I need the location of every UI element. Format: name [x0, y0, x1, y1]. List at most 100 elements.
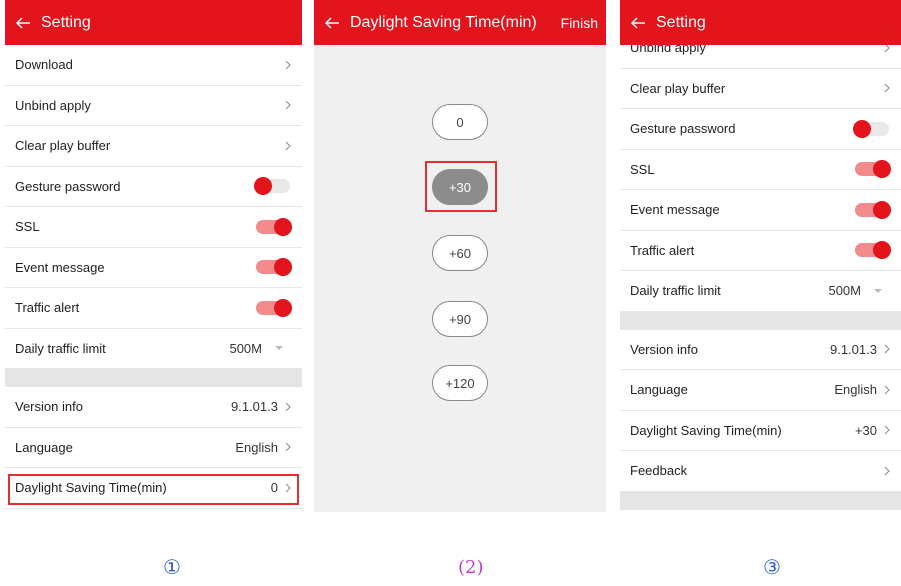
row-value: 500M	[229, 340, 262, 356]
row-ssl: SSL	[5, 207, 302, 248]
settings-screen-3: Setting Unbind apply Clear play buffer G…	[620, 0, 901, 512]
dropdown-arrow-icon[interactable]	[274, 345, 284, 351]
ssl-toggle[interactable]	[855, 160, 891, 179]
row-daily-traffic-limit[interactable]: Daily traffic limit 500M	[620, 271, 901, 312]
option-plus-90[interactable]: +90	[432, 301, 488, 337]
page-title: Setting	[656, 13, 706, 31]
row-label: Gesture password	[630, 121, 736, 137]
row-daily-traffic-limit[interactable]: Daily traffic limit 500M	[5, 329, 302, 369]
row-version-info[interactable]: Version info 9.1.01.3	[620, 330, 901, 370]
row-label: Clear play buffer	[15, 138, 111, 154]
option-plus-30[interactable]: +30	[432, 169, 488, 205]
back-arrow-icon[interactable]	[630, 15, 646, 31]
row-event-message: Event message	[5, 248, 302, 288]
row-label: SSL	[630, 161, 655, 177]
chevron-right-icon	[285, 141, 291, 151]
settings-list: Unbind apply Clear play buffer Gesture p…	[620, 28, 901, 510]
row-value: 9.1.01.3	[231, 399, 278, 415]
section-divider	[5, 369, 302, 387]
row-label: Event message	[630, 202, 720, 218]
ssl-toggle[interactable]	[256, 217, 292, 236]
traffic-alert-toggle[interactable]	[256, 298, 292, 317]
row-gesture-password: Gesture password	[620, 109, 901, 150]
event-message-toggle[interactable]	[256, 258, 292, 277]
settings-screen-1: Setting Download Unbind apply Clear play…	[5, 0, 302, 512]
chevron-right-icon	[285, 100, 291, 110]
step-marker-2: (2)	[458, 557, 484, 578]
toggle-knob	[873, 160, 891, 179]
row-label: Download	[15, 57, 73, 73]
row-label: Language	[15, 439, 73, 455]
finish-button[interactable]: Finish	[561, 15, 598, 31]
row-label: Gesture password	[15, 178, 121, 194]
row-value: 0	[270, 480, 278, 496]
toggle-knob	[274, 258, 292, 277]
app-header: Setting	[620, 0, 901, 45]
traffic-alert-toggle[interactable]	[855, 241, 891, 260]
back-arrow-icon[interactable]	[324, 15, 340, 31]
app-header: Daylight Saving Time(min) Finish	[314, 0, 606, 45]
row-clear-play-buffer[interactable]: Clear play buffer	[620, 69, 901, 109]
row-ssl: SSL	[620, 150, 901, 190]
row-label: Feedback	[630, 463, 688, 479]
option-plus-60[interactable]: +60	[432, 235, 488, 271]
app-header: Setting	[5, 0, 302, 45]
row-value: 9.1.01.3	[830, 341, 877, 357]
toggle-knob	[274, 298, 292, 317]
row-feedback[interactable]: Feedback	[620, 451, 901, 492]
settings-list: Download Unbind apply Clear play buffer …	[5, 45, 302, 509]
row-version-info[interactable]: Version info 9.1.01.3	[5, 387, 302, 428]
row-event-message: Event message	[620, 190, 901, 231]
row-label: Event message	[15, 259, 105, 275]
row-daylight-saving-time[interactable]: Daylight Saving Time(min) 0	[5, 468, 302, 509]
row-label: Daily traffic limit	[630, 283, 721, 299]
chevron-right-icon	[285, 442, 291, 452]
chevron-right-icon	[285, 60, 291, 70]
row-clear-play-buffer[interactable]: Clear play buffer	[5, 126, 302, 167]
chevron-right-icon	[285, 483, 291, 493]
row-daylight-saving-time[interactable]: Daylight Saving Time(min) +30	[620, 411, 901, 451]
chevron-right-icon	[884, 425, 890, 435]
row-unbind-apply[interactable]: Unbind apply	[5, 86, 302, 126]
dropdown-arrow-icon[interactable]	[873, 288, 883, 294]
step-marker-1: ①	[163, 557, 181, 579]
back-arrow-icon[interactable]	[15, 15, 31, 31]
gesture-password-toggle[interactable]	[853, 119, 889, 138]
row-label: SSL	[15, 219, 40, 235]
daylight-saving-time-screen: Daylight Saving Time(min) Finish 0 +30 +…	[314, 0, 606, 512]
chevron-right-icon	[884, 466, 890, 476]
row-label: Version info	[630, 341, 698, 357]
row-label: Traffic alert	[15, 300, 80, 316]
row-language[interactable]: Language English	[620, 370, 901, 411]
page-title: Daylight Saving Time(min)	[350, 13, 537, 31]
toggle-knob	[254, 177, 272, 196]
row-label: Version info	[15, 399, 83, 415]
row-gesture-password: Gesture password	[5, 167, 302, 207]
row-value: 500M	[828, 283, 861, 299]
section-divider	[620, 311, 901, 330]
toggle-knob	[873, 200, 891, 219]
row-language[interactable]: Language English	[5, 428, 302, 468]
chevron-right-icon	[884, 385, 890, 395]
row-download[interactable]: Download	[5, 45, 302, 86]
page-title: Setting	[41, 13, 91, 31]
row-value: +30	[854, 422, 877, 438]
toggle-knob	[274, 217, 292, 236]
row-traffic-alert: Traffic alert	[620, 231, 901, 271]
option-plus-120[interactable]: +120	[432, 365, 488, 401]
row-label: Daily traffic limit	[15, 340, 106, 356]
row-label: Language	[630, 382, 688, 398]
toggle-knob	[873, 241, 891, 260]
chevron-right-icon	[285, 402, 291, 412]
row-label: Daylight Saving Time(min)	[630, 422, 782, 438]
option-0[interactable]: 0	[432, 104, 488, 140]
row-label: Traffic alert	[630, 242, 695, 258]
row-value: English	[834, 382, 877, 398]
section-divider	[620, 491, 901, 510]
event-message-toggle[interactable]	[855, 200, 891, 219]
step-marker-3: ③	[763, 557, 781, 579]
row-label: Daylight Saving Time(min)	[15, 480, 167, 496]
gesture-password-toggle[interactable]	[254, 177, 290, 196]
chevron-right-icon	[884, 344, 890, 354]
row-label: Clear play buffer	[630, 80, 726, 96]
